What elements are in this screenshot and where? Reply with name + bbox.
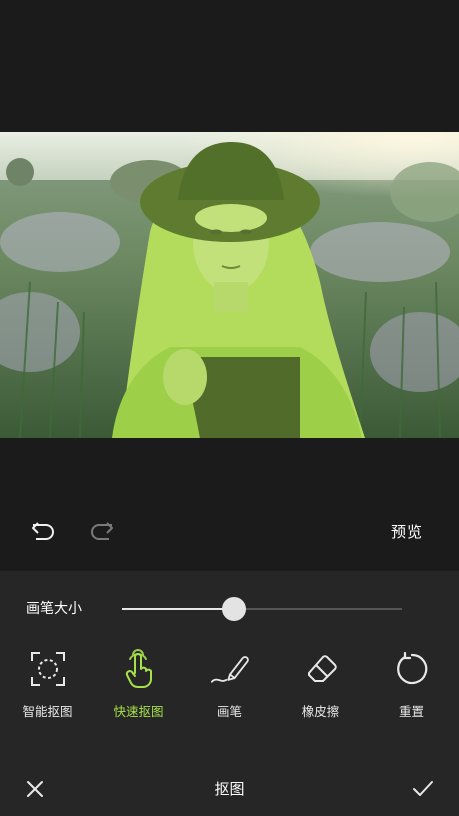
- eraser-icon: [301, 649, 341, 689]
- check-icon[interactable]: [411, 778, 435, 800]
- cutout-tool-panel: 画笔大小 智能抠图 快速抠图 画笔 橡皮擦 重置 抠图: [0, 571, 459, 816]
- tool-quick-cutout[interactable]: 快速抠图: [96, 649, 182, 720]
- bottom-bar: 抠图: [0, 758, 459, 816]
- brush-size-slider-thumb[interactable]: [222, 597, 246, 621]
- redo-icon[interactable]: [89, 518, 115, 544]
- tool-brush[interactable]: 画笔: [187, 649, 273, 720]
- tool-label: 橡皮擦: [301, 704, 340, 719]
- page-title: 抠图: [214, 780, 245, 798]
- smart-cutout-icon: [28, 649, 68, 689]
- undo-icon[interactable]: [30, 518, 56, 544]
- brush-size-slider[interactable]: [122, 597, 402, 621]
- tool-eraser[interactable]: 橡皮擦: [278, 649, 364, 720]
- tool-smart-cutout[interactable]: 智能抠图: [5, 649, 91, 720]
- tool-label: 智能抠图: [22, 704, 73, 719]
- brush-size-row: 画笔大小: [26, 597, 426, 621]
- photo-canvas: [0, 132, 459, 438]
- photo-preview[interactable]: [0, 132, 459, 438]
- tool-label: 重置: [398, 704, 424, 719]
- tool-list: 智能抠图 快速抠图 画笔 橡皮擦 重置: [0, 649, 459, 720]
- brush-size-label: 画笔大小: [26, 601, 82, 617]
- brush-size-slider-fill: [122, 608, 234, 610]
- tool-label: 画笔: [216, 704, 242, 719]
- reset-icon: [392, 649, 432, 689]
- brush-icon: [210, 649, 250, 689]
- tool-reset[interactable]: 重置: [369, 649, 455, 720]
- preview-button[interactable]: 预览: [391, 521, 423, 542]
- tool-label: 快速抠图: [113, 704, 164, 719]
- quick-cutout-hand-icon: [119, 649, 159, 689]
